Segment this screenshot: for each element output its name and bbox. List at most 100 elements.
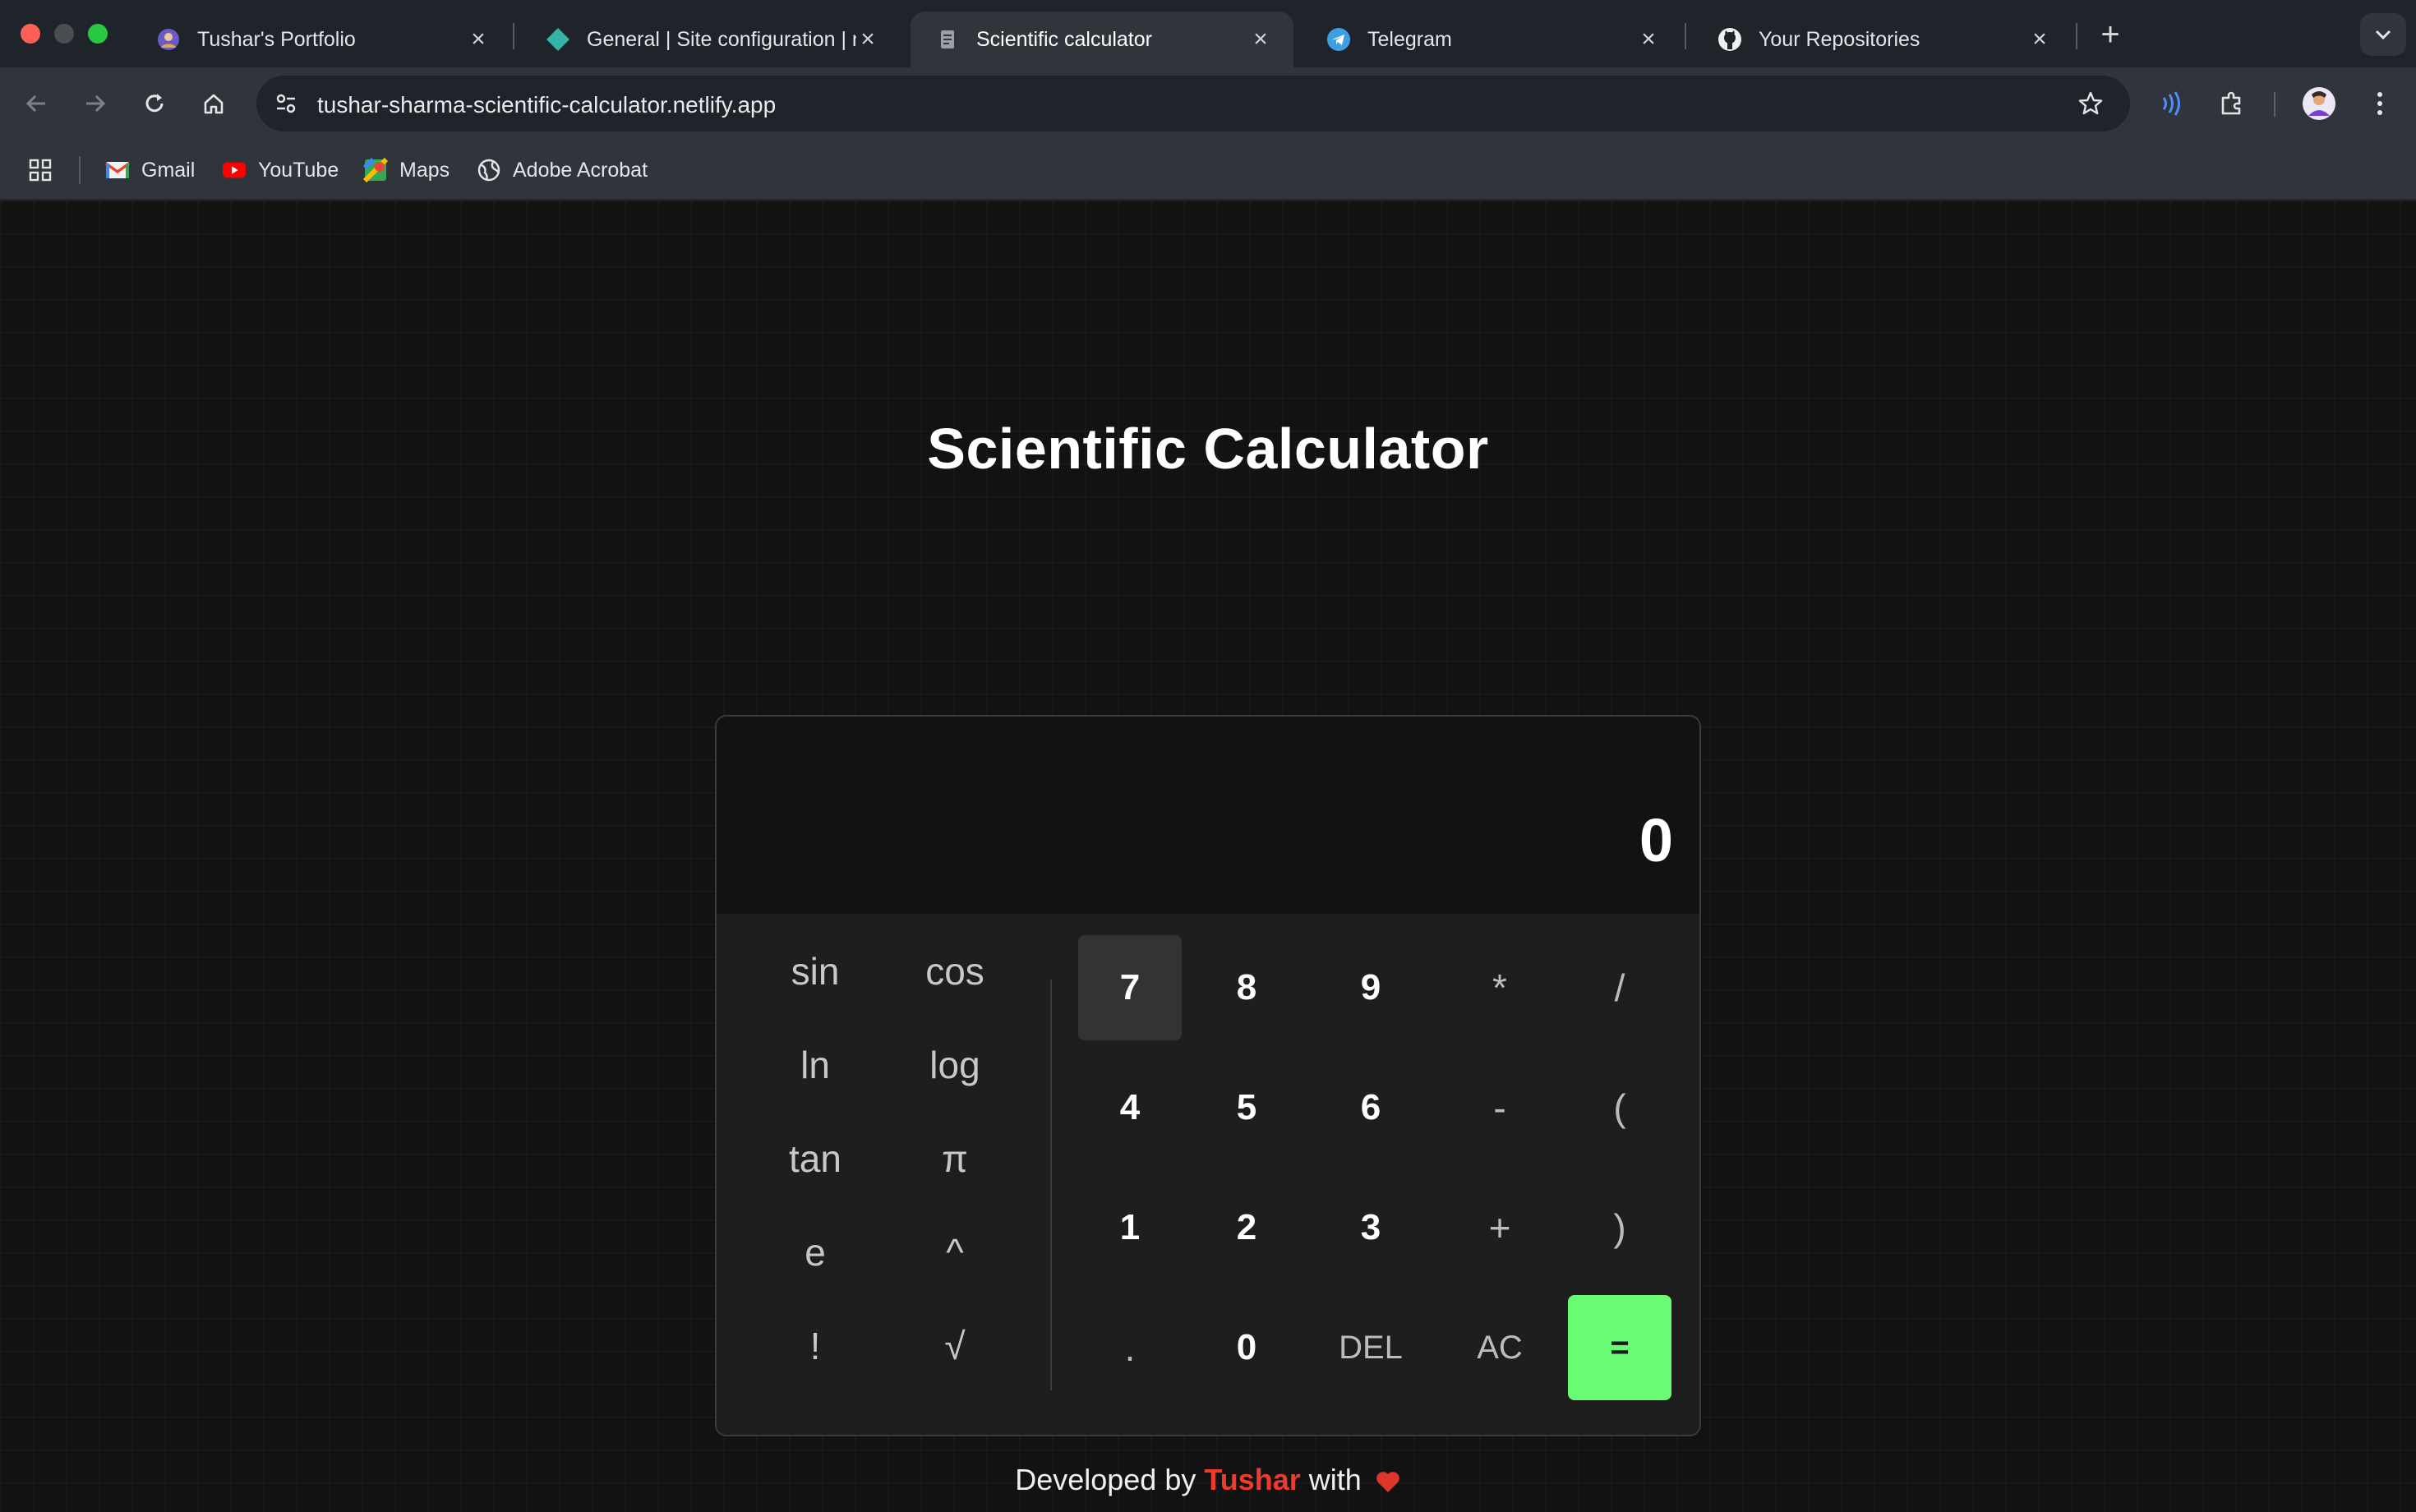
maximize-window-button[interactable]	[88, 24, 108, 44]
key-equals[interactable]: =	[1568, 1295, 1671, 1400]
gmail-icon	[105, 158, 130, 182]
key-all-clear[interactable]: AC	[1448, 1295, 1551, 1400]
close-icon[interactable]: ×	[1637, 25, 1660, 53]
key-add[interactable]: +	[1448, 1175, 1551, 1280]
tab-title: Tushar's Portfolio	[197, 27, 356, 51]
bookmarks-separator	[79, 156, 81, 184]
star-icon	[2078, 91, 2103, 115]
forward-button[interactable]	[74, 82, 117, 125]
key-divide[interactable]: /	[1568, 935, 1671, 1040]
key-pi[interactable]: π	[897, 1118, 1012, 1200]
key-1[interactable]: 1	[1078, 1175, 1182, 1280]
globe-icon	[477, 158, 501, 182]
bookmarks-bar: Gmail YouTube Maps Adobe Acrobat	[0, 140, 2416, 201]
browser-toolbar: tushar-sharma-scientific-calculator.netl…	[0, 67, 2416, 140]
document-icon	[935, 27, 960, 52]
address-bar[interactable]: tushar-sharma-scientific-calculator.netl…	[256, 76, 2130, 131]
key-open-paren[interactable]: (	[1568, 1055, 1671, 1160]
key-sin[interactable]: sin	[758, 930, 873, 1012]
bookmark-label: Gmail	[141, 158, 196, 182]
tab-separator	[513, 23, 514, 49]
arrow-left-icon	[25, 94, 45, 113]
puzzle-icon	[2221, 91, 2241, 115]
youtube-icon	[222, 158, 247, 182]
extensions-button[interactable]	[2211, 82, 2253, 125]
kebab-menu-icon	[2377, 92, 2382, 115]
site-settings-icon[interactable]	[270, 87, 302, 120]
close-icon[interactable]: ×	[467, 25, 490, 53]
tab-search-button[interactable]	[2360, 13, 2406, 56]
reload-icon	[145, 94, 164, 113]
bookmark-label: Maps	[399, 158, 450, 182]
bookmark-gmail[interactable]: Gmail	[105, 154, 195, 186]
footer-credit: Developed by Tushar with	[0, 1463, 2416, 1497]
key-6[interactable]: 6	[1319, 1055, 1422, 1160]
tab-site-configuration[interactable]: General | Site configuration | n ×	[521, 12, 901, 67]
key-multiply[interactable]: *	[1448, 935, 1551, 1040]
page-content: Scientific Calculator 0 sin cos ln log t…	[0, 201, 2416, 1512]
arrow-right-icon	[86, 94, 106, 113]
browser-menu-button[interactable]	[2358, 82, 2401, 125]
chevron-down-icon	[2375, 30, 2391, 40]
key-factorial[interactable]: !	[758, 1305, 873, 1387]
footer-author-name: Tushar	[1204, 1463, 1301, 1496]
toolbar-separator	[2274, 92, 2275, 117]
key-5[interactable]: 5	[1195, 1055, 1298, 1160]
footer-suffix: with	[1308, 1463, 1362, 1496]
close-icon[interactable]: ×	[856, 25, 879, 53]
tab-telegram[interactable]: Telegram ×	[1302, 12, 1681, 67]
bookmark-label: YouTube	[258, 158, 339, 182]
bookmark-maps[interactable]: Maps	[363, 154, 450, 186]
tab-title: Scientific calculator	[976, 27, 1152, 51]
key-close-paren[interactable]: )	[1568, 1175, 1671, 1280]
tab-tushars-portfolio[interactable]: Tushar's Portfolio ×	[131, 12, 511, 67]
calculator-keypad: sin cos ln log tan π e ^ ! √ 7 8 9 * / 4…	[717, 914, 1699, 1435]
back-button[interactable]	[15, 82, 58, 125]
bookmark-youtube[interactable]: YouTube	[222, 154, 339, 186]
key-cos[interactable]: cos	[897, 930, 1012, 1012]
key-2[interactable]: 2	[1195, 1175, 1298, 1280]
home-button[interactable]	[192, 82, 235, 125]
key-ln[interactable]: ln	[758, 1024, 873, 1106]
key-tan[interactable]: tan	[758, 1118, 873, 1200]
media-extension-button[interactable]	[2150, 82, 2192, 125]
bookmark-star-button[interactable]	[2074, 87, 2107, 120]
key-4[interactable]: 4	[1078, 1055, 1182, 1160]
url-text: tushar-sharma-scientific-calculator.netl…	[317, 92, 777, 118]
tab-title: Your Repositories	[1759, 27, 1920, 51]
close-icon[interactable]: ×	[1249, 25, 1272, 53]
key-sqrt[interactable]: √	[897, 1305, 1012, 1387]
apps-grid-icon	[28, 158, 53, 182]
close-window-button[interactable]	[21, 24, 40, 44]
key-0[interactable]: 0	[1195, 1295, 1298, 1400]
calculator-display: 0	[717, 717, 1699, 914]
new-tab-button[interactable]: +	[2092, 16, 2128, 53]
key-3[interactable]: 3	[1319, 1175, 1422, 1280]
key-subtract[interactable]: -	[1448, 1055, 1551, 1160]
minimize-window-button[interactable]	[54, 24, 74, 44]
tab-scientific-calculator[interactable]: Scientific calculator ×	[911, 12, 1293, 67]
keypad-divider	[1050, 980, 1052, 1390]
tab-separator	[1685, 23, 1686, 49]
profile-button[interactable]	[2298, 82, 2340, 125]
close-icon[interactable]: ×	[2028, 25, 2051, 53]
key-8[interactable]: 8	[1195, 935, 1298, 1040]
key-9[interactable]: 9	[1319, 935, 1422, 1040]
maps-icon	[363, 158, 388, 182]
key-decimal[interactable]: .	[1078, 1295, 1182, 1400]
key-power[interactable]: ^	[897, 1211, 1012, 1293]
sound-waves-icon	[2162, 91, 2180, 116]
key-e[interactable]: e	[758, 1211, 873, 1293]
github-icon	[1717, 27, 1742, 52]
key-delete[interactable]: DEL	[1319, 1295, 1422, 1400]
telegram-icon	[1326, 27, 1351, 52]
tab-title: Telegram	[1367, 27, 1452, 51]
heart-icon	[1376, 1472, 1399, 1493]
tab-your-repositories[interactable]: Your Repositories ×	[1693, 12, 2073, 67]
key-log[interactable]: log	[897, 1024, 1012, 1106]
reload-button[interactable]	[133, 82, 176, 125]
apps-button[interactable]	[28, 154, 64, 186]
key-7[interactable]: 7	[1078, 935, 1182, 1040]
bookmark-adobe-acrobat[interactable]: Adobe Acrobat	[477, 154, 648, 186]
page-title: Scientific Calculator	[927, 417, 1489, 481]
